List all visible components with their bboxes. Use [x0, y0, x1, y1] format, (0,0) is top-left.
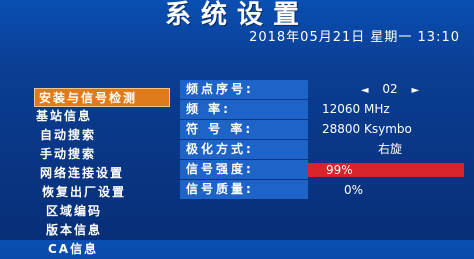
menu-item-auto-search[interactable]: 自动搜索	[34, 126, 170, 145]
symbol-rate-value[interactable]: 28800 Ksymbo	[308, 120, 472, 139]
menu-item-install-signal-check[interactable]: 安装与信号检测	[34, 88, 170, 107]
menu-item-manual-search[interactable]: 手动搜索	[34, 145, 170, 164]
menu-item-region-code[interactable]: 区域编码	[34, 202, 170, 221]
polarization-value[interactable]: 右旋	[308, 140, 472, 159]
signal-strength-value: 99%	[326, 162, 353, 177]
signal-quality-value: 0%	[344, 182, 364, 197]
menu-item-ca-info[interactable]: CA信息	[34, 240, 170, 259]
frequency-row: 频 率: 12060 MHz	[180, 100, 472, 119]
frequency-value[interactable]: 12060 MHz	[308, 100, 472, 119]
datetime-display: 2018年05月21日 星期一 13:10	[249, 30, 460, 45]
menu-item-base-station-info[interactable]: 基站信息	[34, 107, 170, 126]
menu-item-factory-reset[interactable]: 恢复出厂设置	[34, 183, 170, 202]
signal-quality-label: 信号质量:	[180, 180, 308, 199]
symbol-rate-row: 符 号 率: 28800 Ksymbo	[180, 120, 472, 139]
freq-index-row: 频点序号: ◄ 02 ►	[180, 80, 472, 99]
freq-index-value: 02	[382, 82, 398, 96]
chevron-left-icon[interactable]: ◄	[361, 85, 369, 96]
signal-strength-row: 信号强度: 99%	[180, 160, 472, 179]
symbol-rate-label: 符 号 率:	[180, 120, 308, 139]
settings-menu: 安装与信号检测 基站信息 自动搜索 手动搜索 网络连接设置 恢复出厂设置 区域编…	[34, 88, 170, 259]
freq-index-selector[interactable]: ◄ 02 ►	[308, 80, 472, 99]
menu-item-network-settings[interactable]: 网络连接设置	[34, 164, 170, 183]
chevron-right-icon[interactable]: ►	[411, 85, 419, 96]
signal-panel: 频点序号: ◄ 02 ► 频 率: 12060 MHz 符 号 率: 28800…	[180, 80, 472, 200]
polarization-row: 极化方式: 右旋	[180, 140, 472, 159]
signal-strength-label: 信号强度:	[180, 160, 308, 179]
menu-item-version-info[interactable]: 版本信息	[34, 221, 170, 240]
freq-index-label: 频点序号:	[180, 80, 308, 99]
polarization-label: 极化方式:	[180, 140, 308, 159]
signal-strength-bar: 99%	[308, 162, 466, 177]
signal-quality-row: 信号质量: 0%	[180, 180, 472, 199]
signal-quality-bar: 0%	[308, 183, 466, 197]
frequency-label: 频 率:	[180, 100, 308, 119]
